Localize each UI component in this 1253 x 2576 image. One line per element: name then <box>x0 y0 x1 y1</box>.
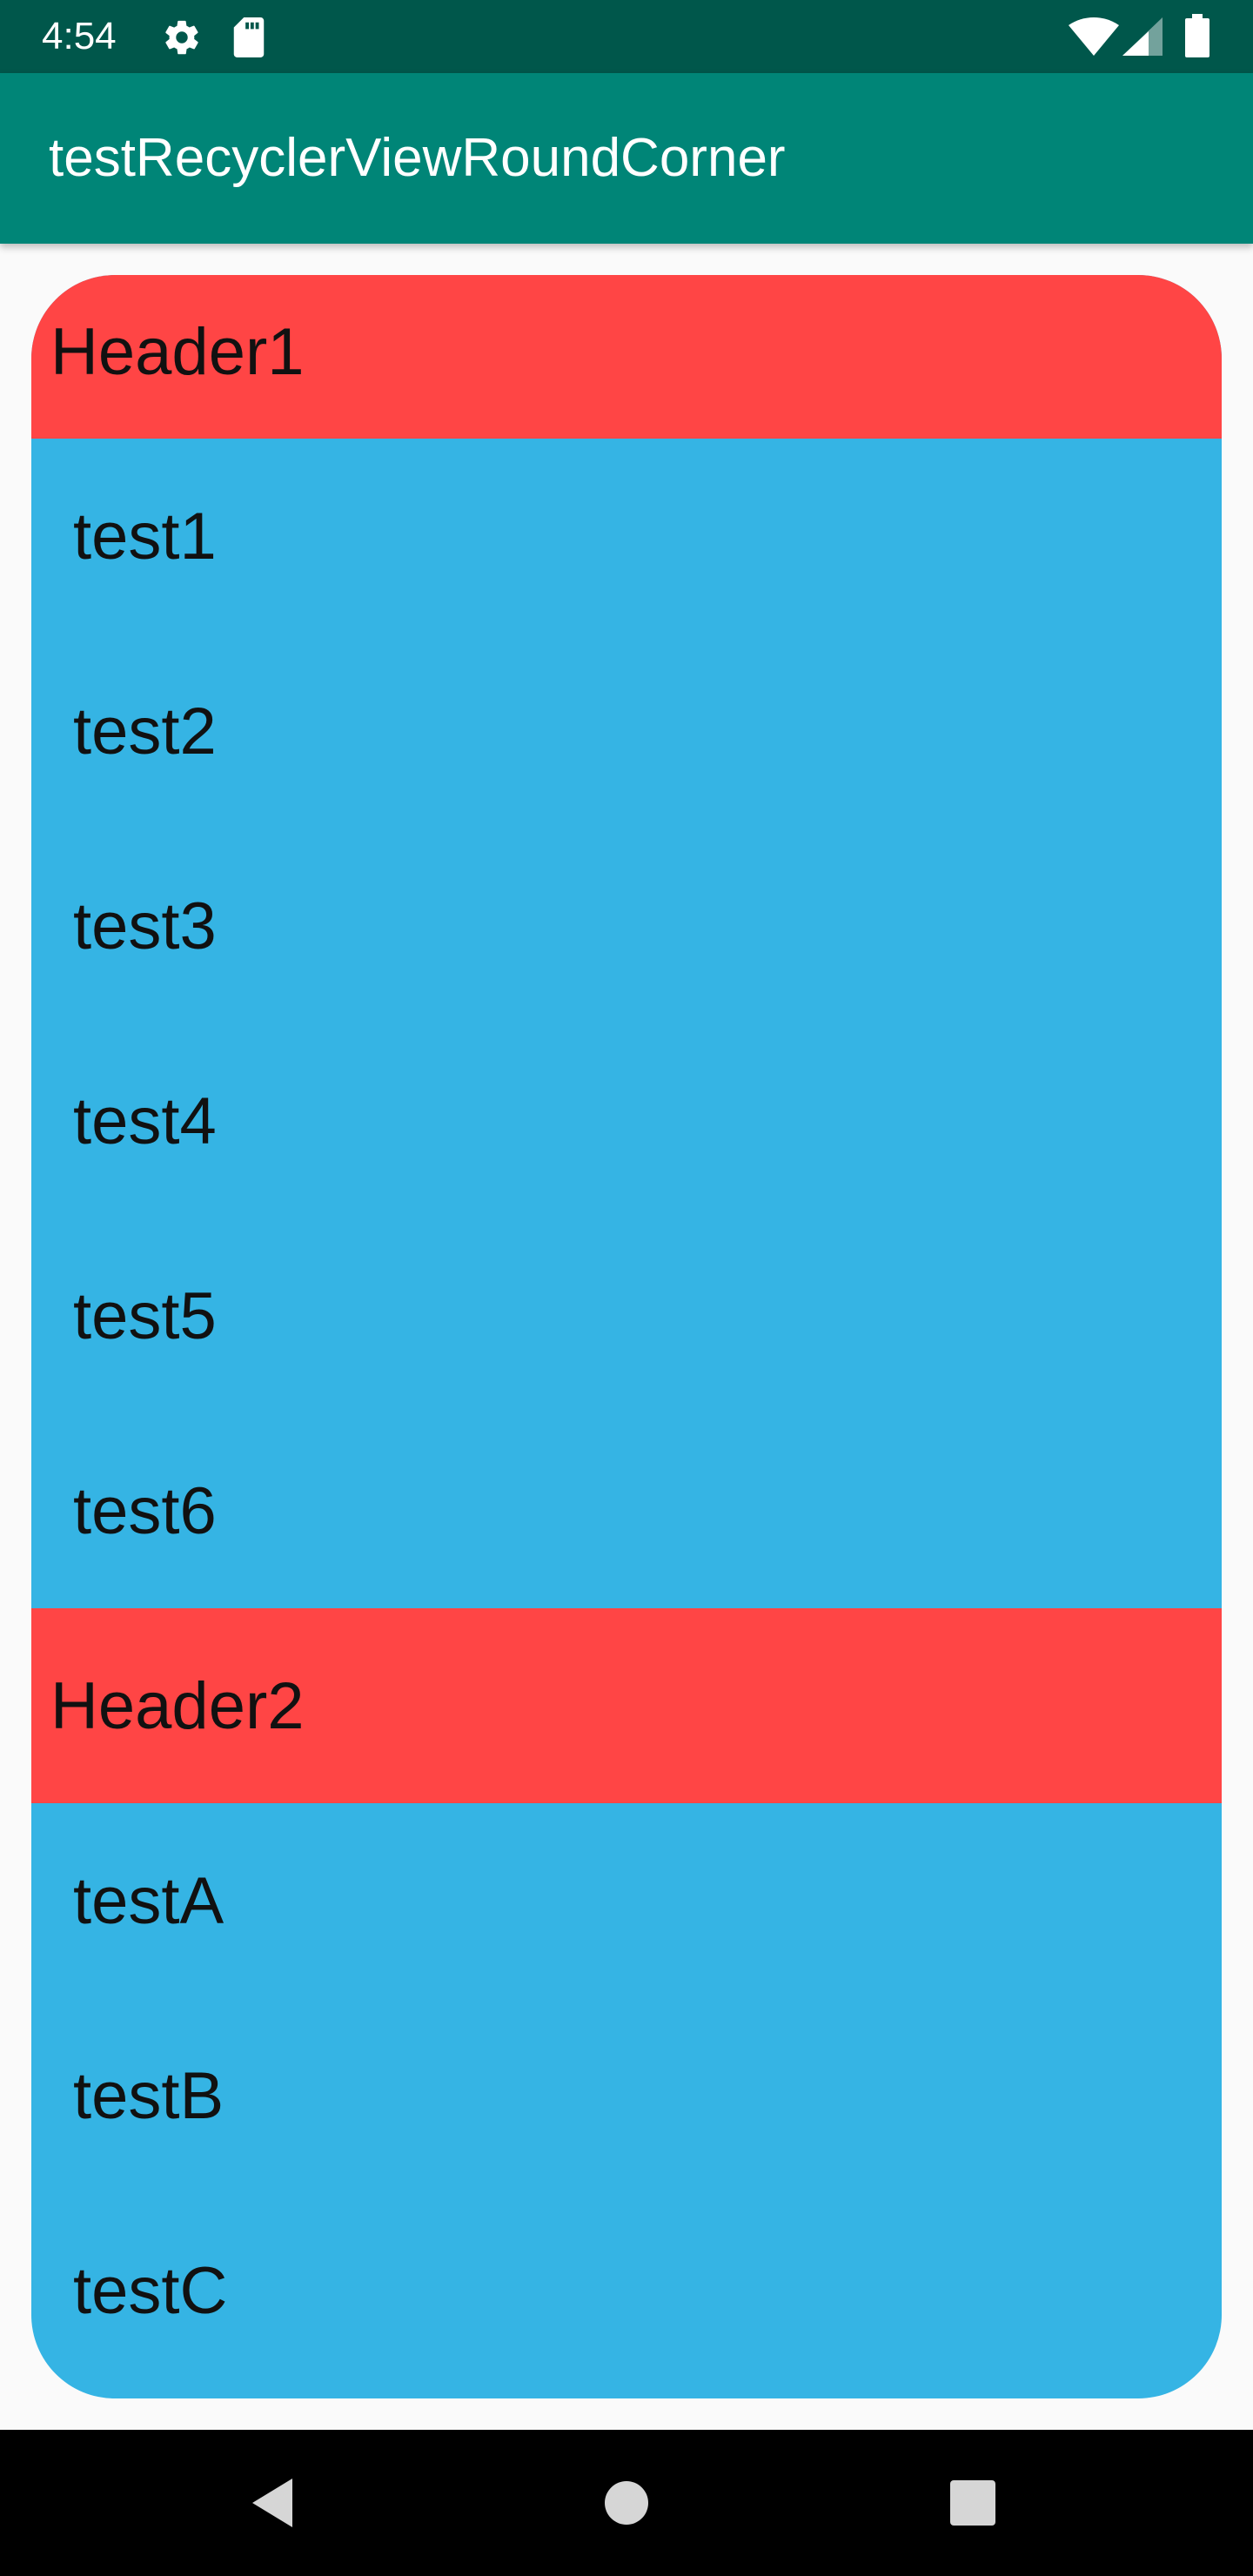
status-bar: 4:54 <box>0 0 1253 73</box>
list-item-label: test5 <box>73 1279 217 1353</box>
back-icon[interactable] <box>242 2468 312 2538</box>
list-item-label: testB <box>73 2059 224 2133</box>
section-header-label: Header2 <box>50 1669 305 1743</box>
app-bar: testRecyclerViewRoundCorner <box>0 73 1253 244</box>
list-item-label: test1 <box>73 500 217 574</box>
battery-icon <box>1185 14 1209 57</box>
list-item-label: test3 <box>73 889 217 963</box>
list-item[interactable]: test2 <box>31 634 1222 828</box>
cell-signal-icon <box>1122 17 1163 56</box>
list-item[interactable]: test3 <box>31 828 1222 1023</box>
list-item-label: testC <box>73 2254 228 2328</box>
list-item-label: test2 <box>73 694 217 768</box>
list-item[interactable]: testC <box>31 2193 1222 2388</box>
home-icon[interactable] <box>592 2468 661 2538</box>
list-item-label: test6 <box>73 1474 217 1548</box>
section-header[interactable]: Header2 <box>31 1608 1222 1803</box>
list-item[interactable]: test5 <box>31 1218 1222 1413</box>
section-header-label: Header1 <box>50 315 305 389</box>
app-title: testRecyclerViewRoundCorner <box>49 128 786 188</box>
sd-card-icon <box>233 17 265 57</box>
status-time: 4:54 <box>42 15 117 57</box>
recents-icon[interactable] <box>938 2468 1008 2538</box>
section-header[interactable]: Header1 <box>31 275 1222 439</box>
navigation-bar <box>0 2430 1253 2576</box>
settings-icon <box>165 20 198 55</box>
recycler-list[interactable]: Header1 test1 test2 test3 test4 test5 te… <box>31 275 1222 2398</box>
list-item[interactable]: testB <box>31 1998 1222 2193</box>
list-item[interactable]: test4 <box>31 1023 1222 1218</box>
list-item-label: testA <box>73 1864 224 1938</box>
list-item[interactable]: test1 <box>31 439 1222 634</box>
list-item-label: test4 <box>73 1084 217 1158</box>
wifi-icon <box>1069 17 1119 56</box>
list-item[interactable]: testA <box>31 1803 1222 1998</box>
list-item[interactable]: test6 <box>31 1413 1222 1608</box>
